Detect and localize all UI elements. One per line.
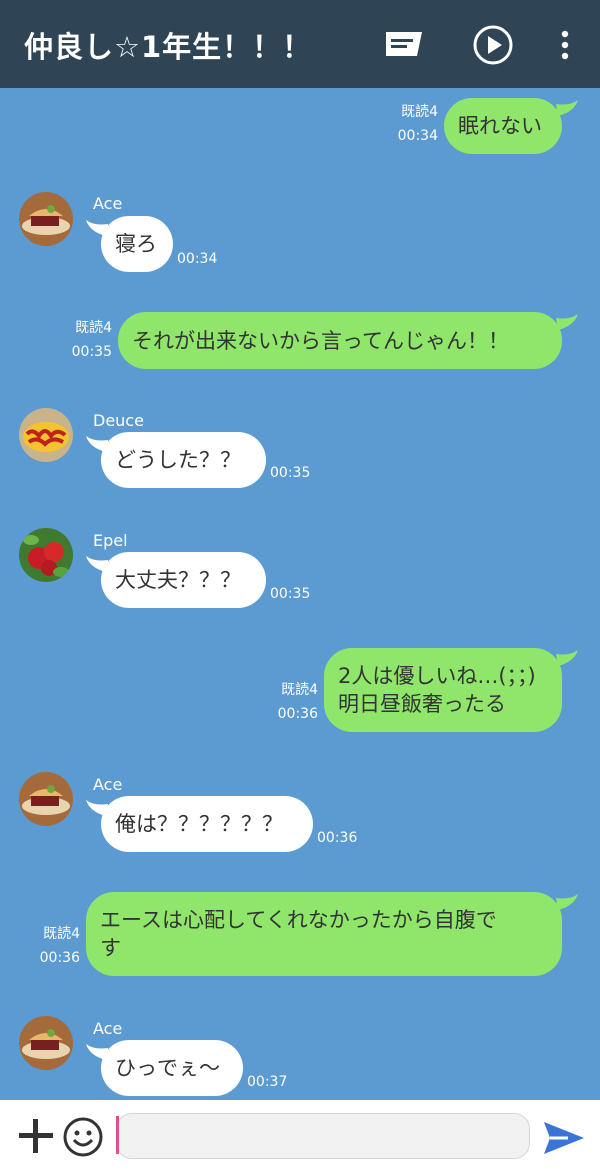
message-time: 00:35 [270, 465, 311, 481]
chat-header: 仲良し☆1年生！！！ [0, 0, 600, 88]
message-bubble[interactable]: 2人は優しいね…(；；) 明日昼飯奢ったる [324, 648, 562, 732]
read-receipt: 既読4 00:36 [277, 682, 318, 722]
message-bubble[interactable]: 大丈夫？？？ [101, 552, 266, 608]
message-text-line: 2人は優しいね…(；；) [338, 664, 536, 688]
emoji-icon[interactable] [62, 1116, 104, 1158]
message-bubble[interactable]: 眠れない [444, 98, 562, 154]
plus-icon[interactable] [16, 1116, 56, 1156]
message-time: 00:37 [247, 1074, 288, 1090]
bubble-tail [556, 314, 578, 330]
bubble-tail [556, 894, 578, 910]
message-text: ひっでぇ～ [115, 1056, 220, 1080]
message-text-line: エースは心配してくれなかったから自腹で [100, 908, 497, 932]
note-icon[interactable] [382, 24, 426, 66]
sender-name: Ace [93, 775, 123, 794]
message-text-line: 明日昼飯奢ったる [338, 692, 506, 716]
bubble-tail [556, 100, 578, 116]
sender-name: Ace [93, 194, 123, 213]
read-receipt: 既読4 00:34 [397, 104, 438, 144]
read-receipt: 既読4 00:35 [71, 320, 112, 360]
apple-icon[interactable] [19, 528, 73, 582]
play-circle-icon[interactable] [471, 24, 515, 66]
message-bubble[interactable]: どうした？？ [101, 432, 266, 488]
chat-title: 仲良し☆1年生！！！ [24, 30, 313, 64]
message-bubble[interactable]: 寝ろ [101, 216, 173, 272]
message-text: 俺は？？？？？？ [115, 812, 283, 836]
message-text: どうした？？ [115, 448, 241, 472]
omurice-icon[interactable] [19, 408, 73, 462]
message-text: 眠れない [458, 114, 542, 138]
message-input[interactable] [116, 1113, 530, 1159]
message-text: 寝ろ [115, 232, 157, 256]
message-bubble[interactable]: 俺は？？？？？？ [101, 796, 313, 852]
message-text: それが出来ないから言ってんじゃん！！ [132, 328, 509, 353]
bubble-tail [556, 650, 578, 666]
more-vertical-icon[interactable] [544, 24, 586, 66]
message-input-bar [0, 1100, 600, 1173]
apple-pie-icon[interactable] [19, 1016, 73, 1070]
apple-pie-icon[interactable] [19, 192, 73, 246]
read-receipt: 既読4 00:36 [39, 926, 80, 966]
send-icon[interactable] [542, 1118, 586, 1158]
message-time: 00:35 [270, 586, 311, 602]
message-text: 大丈夫？？？ [115, 568, 241, 592]
sender-name: Deuce [93, 411, 144, 430]
message-time: 00:36 [317, 830, 358, 846]
message-bubble[interactable]: エースは心配してくれなかったから自腹で す [86, 892, 562, 976]
sender-name: Ace [93, 1019, 123, 1038]
message-time: 00:34 [177, 251, 218, 267]
chat-area[interactable]: 既読4 00:34 眠れない Ace 寝ろ 00:34 既読4 00:35 それ… [0, 88, 600, 1100]
text-cursor [116, 1116, 119, 1154]
message-text-line: す [100, 936, 121, 960]
message-bubble[interactable]: ひっでぇ～ [101, 1040, 243, 1096]
apple-pie-icon[interactable] [19, 772, 73, 826]
message-bubble[interactable]: それが出来ないから言ってんじゃん！！ [118, 312, 562, 369]
sender-name: Epel [93, 531, 128, 550]
